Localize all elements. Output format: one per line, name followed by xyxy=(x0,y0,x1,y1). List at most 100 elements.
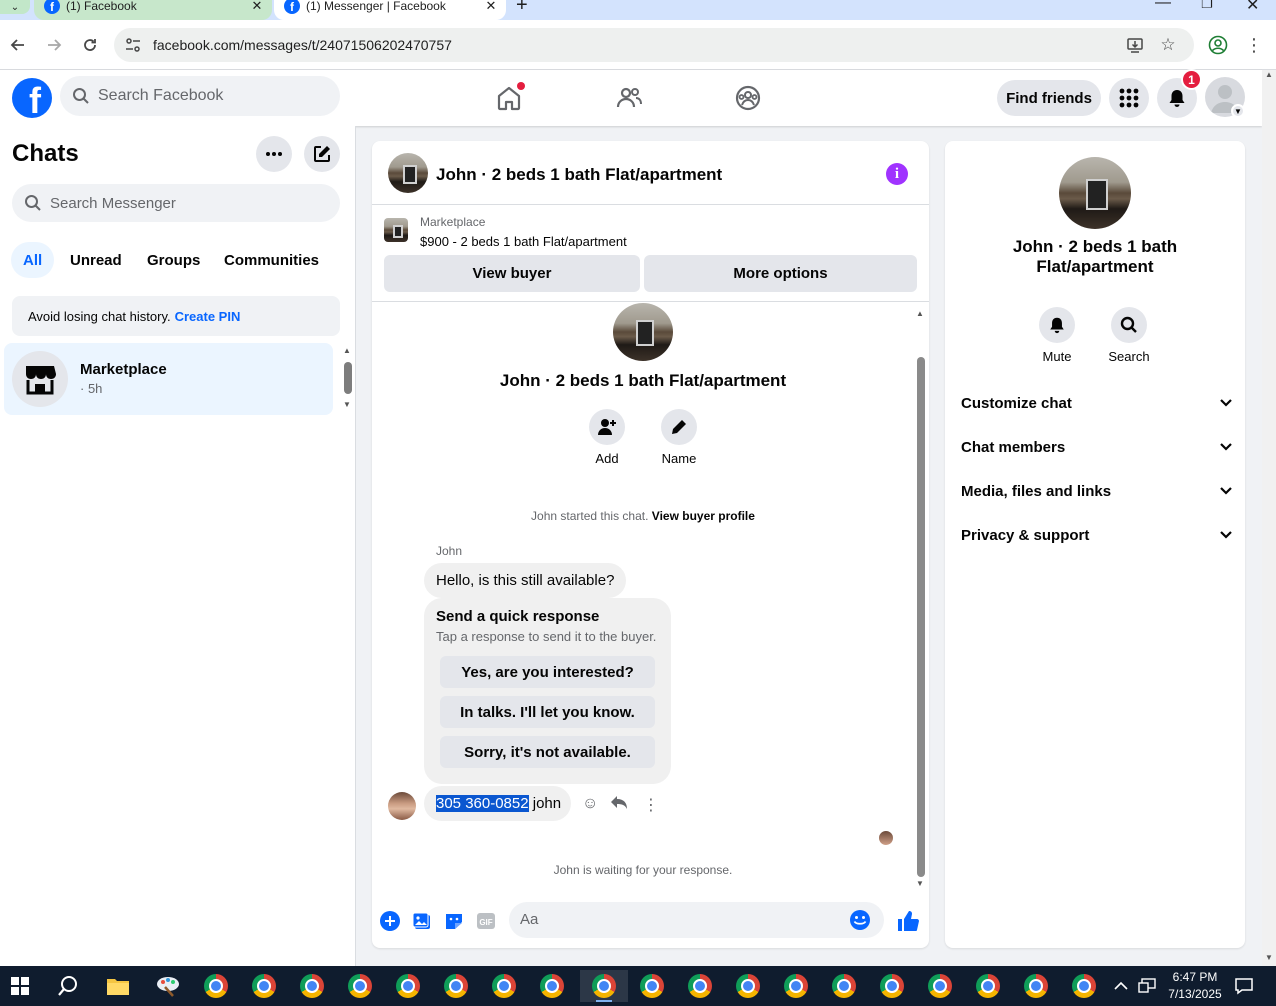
reply-arrow-icon[interactable] xyxy=(610,795,628,816)
sticker-icon[interactable] xyxy=(443,910,465,932)
notification-center-icon[interactable] xyxy=(1234,966,1254,1006)
browser-tab-messenger[interactable]: f (1) Messenger | Facebook ✕ xyxy=(274,0,506,20)
chrome-app-icon[interactable] xyxy=(436,970,476,1002)
scroll-down-arrow-icon[interactable]: ▼ xyxy=(916,879,924,888)
mute-action[interactable]: Mute xyxy=(1027,307,1087,364)
filter-unread[interactable]: Unread xyxy=(58,242,134,278)
thread-scrollbar[interactable]: ▲ ▼ xyxy=(916,309,926,888)
messenger-search-input[interactable] xyxy=(50,194,310,212)
filter-all[interactable]: All xyxy=(11,242,55,278)
account-chevron-icon[interactable]: ▼ xyxy=(1231,104,1245,118)
reload-icon[interactable] xyxy=(78,33,102,57)
chrome-app-icon[interactable] xyxy=(1016,970,1056,1002)
chat-list-scrollbar[interactable]: ▲ ▼ xyxy=(342,346,354,410)
address-bar[interactable]: facebook.com/messages/t/2407150620247075… xyxy=(114,28,1194,62)
listing-thumbnail[interactable] xyxy=(388,153,428,193)
new-message-button[interactable] xyxy=(304,136,340,172)
back-arrow-icon[interactable] xyxy=(6,33,30,57)
name-chat-action[interactable]: Name xyxy=(649,409,709,466)
paint-app-icon[interactable] xyxy=(148,970,188,1002)
menu-grid-button[interactable] xyxy=(1109,78,1149,118)
bookmark-star-icon[interactable]: ☆ xyxy=(1158,35,1178,55)
facebook-logo-icon[interactable]: f xyxy=(12,78,52,118)
conversation-title[interactable]: John · 2 beds 1 bath Flat/apartment xyxy=(436,165,722,185)
new-tab-plus-icon[interactable]: + xyxy=(516,0,528,17)
install-app-icon[interactable] xyxy=(1125,35,1145,55)
emoji-icon[interactable] xyxy=(849,909,871,936)
quick-response-not-available-button[interactable]: Sorry, it's not available. xyxy=(440,736,655,768)
windows-start-icon[interactable] xyxy=(0,970,40,1002)
file-explorer-icon[interactable] xyxy=(98,970,138,1002)
message-input-wrapper[interactable] xyxy=(509,902,884,938)
chrome-app-icon[interactable] xyxy=(680,970,720,1002)
chrome-app-icon[interactable] xyxy=(388,970,428,1002)
chat-members-section[interactable]: Chat members xyxy=(961,429,1233,465)
listing-price-title[interactable]: $900 - 2 beds 1 bath Flat/apartment xyxy=(420,234,627,249)
close-window-icon[interactable]: ✕ xyxy=(1246,0,1259,15)
scroll-thumb[interactable] xyxy=(917,357,925,877)
filter-groups[interactable]: Groups xyxy=(135,242,212,278)
thumbs-up-icon[interactable] xyxy=(895,908,921,934)
kebab-menu-icon[interactable]: ⋮ xyxy=(1242,33,1266,57)
chrome-app-icon[interactable] xyxy=(244,970,284,1002)
browser-tab-facebook[interactable]: f (1) Facebook ✕ xyxy=(34,0,272,20)
chrome-app-icon[interactable] xyxy=(484,970,524,1002)
selected-phone-text[interactable]: 305 360-0852 xyxy=(436,795,529,812)
media-files-links-section[interactable]: Media, files and links xyxy=(961,473,1233,509)
search-in-conversation-action[interactable]: Search xyxy=(1099,307,1159,364)
profile-icon[interactable] xyxy=(1206,33,1230,57)
facebook-search-box[interactable] xyxy=(60,76,340,116)
tab-close-icon[interactable]: ✕ xyxy=(482,0,500,14)
home-tab[interactable] xyxy=(453,70,565,126)
plus-circle-icon[interactable] xyxy=(379,910,401,932)
minimize-icon[interactable]: — xyxy=(1155,0,1171,12)
facebook-search-input[interactable] xyxy=(98,87,318,105)
site-info-icon[interactable] xyxy=(124,36,142,54)
chrome-app-icon[interactable] xyxy=(292,970,332,1002)
find-friends-button[interactable]: Find friends xyxy=(997,80,1101,116)
john-avatar[interactable] xyxy=(388,792,416,820)
chrome-app-icon-active[interactable] xyxy=(580,970,628,1002)
view-buyer-profile-link[interactable]: View buyer profile xyxy=(652,509,755,523)
chrome-app-icon[interactable] xyxy=(968,970,1008,1002)
friends-tab[interactable] xyxy=(573,70,685,126)
message-more-icon[interactable]: ⋮ xyxy=(643,795,659,815)
groups-tab[interactable] xyxy=(692,70,804,126)
privacy-support-section[interactable]: Privacy & support xyxy=(961,517,1233,553)
quick-response-yes-button[interactable]: Yes, are you interested? xyxy=(440,656,655,688)
page-scrollbar[interactable]: ▲ ▼ xyxy=(1262,70,1276,966)
message-input[interactable] xyxy=(520,911,830,928)
chrome-app-icon[interactable] xyxy=(872,970,912,1002)
chrome-app-icon[interactable] xyxy=(1064,970,1104,1002)
chrome-app-icon[interactable] xyxy=(824,970,864,1002)
tray-chevron-up-icon[interactable] xyxy=(1114,966,1128,1006)
create-pin-link[interactable]: Create PIN xyxy=(175,309,241,324)
chrome-app-icon[interactable] xyxy=(728,970,768,1002)
scroll-up-arrow-icon[interactable]: ▲ xyxy=(916,309,924,318)
network-icon[interactable] xyxy=(1138,966,1156,1006)
react-smiley-icon[interactable]: ☺ xyxy=(582,795,598,813)
restore-icon[interactable]: ❐ xyxy=(1201,0,1213,12)
tab-search-button[interactable]: ⌄ xyxy=(0,0,30,14)
scroll-thumb[interactable] xyxy=(344,362,352,394)
chrome-app-icon[interactable] xyxy=(532,970,572,1002)
scroll-down-arrow-icon[interactable]: ▼ xyxy=(343,400,351,409)
info-icon[interactable]: i xyxy=(886,163,908,185)
scroll-up-arrow-icon[interactable]: ▲ xyxy=(343,346,351,355)
photo-icon[interactable] xyxy=(411,910,433,932)
chrome-app-icon[interactable] xyxy=(632,970,672,1002)
chrome-app-icon[interactable] xyxy=(196,970,236,1002)
chat-item-marketplace[interactable]: Marketplace · 5h xyxy=(4,343,333,415)
chrome-app-icon[interactable] xyxy=(340,970,380,1002)
messenger-search-box[interactable] xyxy=(12,184,340,222)
quick-response-in-talks-button[interactable]: In talks. I'll let you know. xyxy=(440,696,655,728)
forward-arrow-icon[interactable] xyxy=(42,33,66,57)
taskbar-search-icon[interactable] xyxy=(48,970,88,1002)
add-people-action[interactable]: Add xyxy=(577,409,637,466)
taskbar-clock[interactable]: 6:47 PM 7/13/2025 xyxy=(1160,969,1230,1003)
view-buyer-button[interactable]: View buyer xyxy=(384,255,640,292)
phone-message-bubble[interactable]: 305 360-0852 john xyxy=(424,786,572,821)
more-options-button[interactable]: More options xyxy=(644,255,917,292)
chrome-app-icon[interactable] xyxy=(920,970,960,1002)
tab-close-icon[interactable]: ✕ xyxy=(248,0,266,14)
